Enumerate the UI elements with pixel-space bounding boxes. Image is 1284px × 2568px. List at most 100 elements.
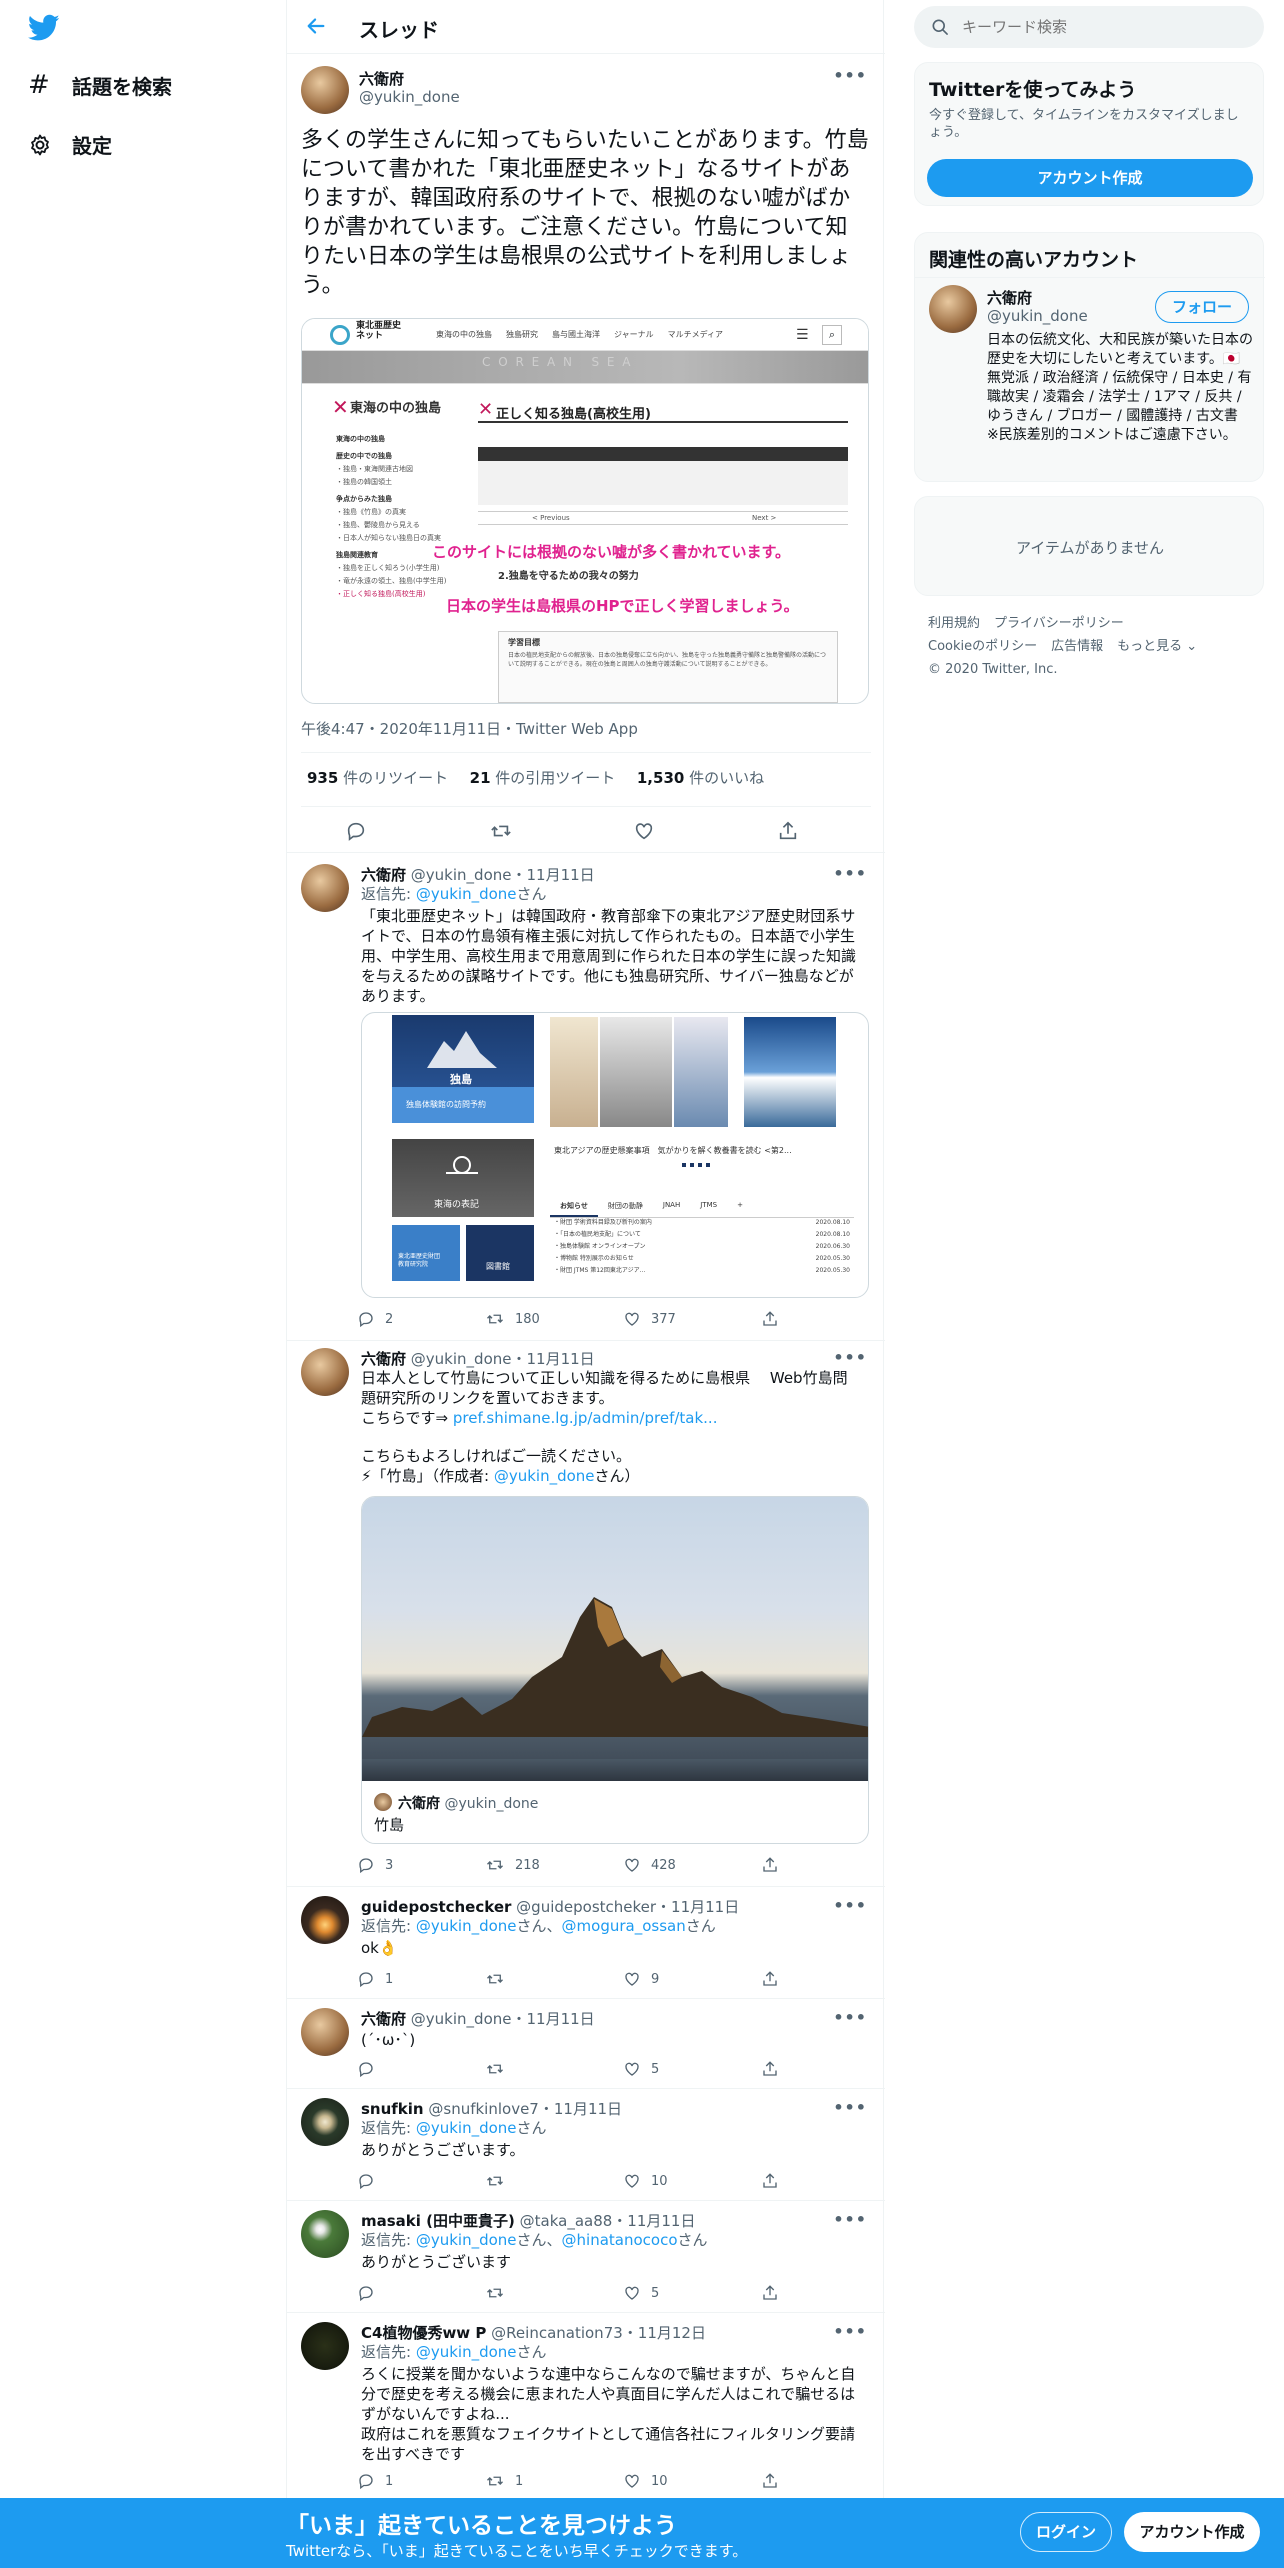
mention-link-2[interactable]: @mogura_ossan xyxy=(562,1917,686,1935)
avatar[interactable] xyxy=(301,864,349,912)
avatar[interactable] xyxy=(301,2008,349,2056)
search-box[interactable] xyxy=(914,6,1264,48)
avatar[interactable] xyxy=(301,2098,349,2146)
more-options-icon[interactable]: ••• xyxy=(833,66,867,85)
nav-explore[interactable]: # 話題を検索 xyxy=(28,70,172,100)
login-button[interactable]: ログイン xyxy=(1020,2512,1112,2552)
footer-link[interactable]: プライバシーポリシー xyxy=(994,612,1124,635)
author-name[interactable]: masaki (田中亜貴子) xyxy=(361,2212,515,2230)
author-handle[interactable]: @yukin_done・11月11日 xyxy=(411,2010,595,2028)
reply-icon[interactable] xyxy=(357,2472,375,2490)
mention-link[interactable]: @yukin_done xyxy=(416,1917,517,1935)
likes-count[interactable]: 1,530 xyxy=(637,769,684,787)
author-name[interactable]: 六衛府 xyxy=(361,2010,406,2028)
like-icon[interactable] xyxy=(623,2284,641,2302)
author-handle[interactable]: @yukin_done・11月11日 xyxy=(411,866,595,884)
reply-icon[interactable] xyxy=(357,2172,375,2190)
footer-link[interactable]: 利用規約 xyxy=(928,612,980,635)
twitter-logo-icon[interactable] xyxy=(28,14,60,42)
like-icon[interactable] xyxy=(623,1856,641,1874)
avatar[interactable] xyxy=(301,1896,349,1944)
reply-icon[interactable] xyxy=(357,2284,375,2302)
more-options-icon[interactable]: ••• xyxy=(833,1348,867,1367)
reply-icon[interactable] xyxy=(357,2060,375,2078)
quotes-label[interactable]: 件の引用ツイート xyxy=(491,769,615,787)
signup-button[interactable]: アカウント作成 xyxy=(927,159,1253,197)
moment-card[interactable]: 六衛府 @yukin_done 竹島 xyxy=(361,1496,869,1844)
search-input[interactable] xyxy=(962,14,1242,40)
tweet-image[interactable]: 東北亜歴史 ネット 東海の中の独島 独島研究 島与國土海洋 ジャーナル マルチメディア … xyxy=(301,318,869,704)
retweet-icon[interactable] xyxy=(485,2172,505,2190)
back-arrow-icon[interactable] xyxy=(305,15,327,37)
share-icon[interactable] xyxy=(761,2284,779,2302)
retweet-icon[interactable] xyxy=(485,1856,505,1874)
nav-settings[interactable]: 設定 xyxy=(28,130,112,159)
likes-label[interactable]: 件のいいね xyxy=(684,769,764,787)
avatar[interactable] xyxy=(301,2210,349,2258)
author-name[interactable]: 六衛府 xyxy=(359,68,404,89)
mention-link[interactable]: @yukin_done xyxy=(416,2119,517,2137)
more-options-icon[interactable]: ••• xyxy=(833,2008,867,2027)
external-link[interactable]: pref.shimane.lg.jp/admin/pref/tak... xyxy=(453,1409,718,1427)
author-name[interactable]: 六衛府 xyxy=(361,1350,406,1368)
mention-link[interactable]: @yukin_done xyxy=(416,885,517,903)
retweet-icon[interactable] xyxy=(485,1310,505,1328)
author-handle[interactable]: @Reincanation73・11月12日 xyxy=(491,2324,706,2342)
author-handle[interactable]: @guidepostcheker・11月11日 xyxy=(516,1898,739,1916)
retweet-icon[interactable] xyxy=(485,2472,505,2490)
like-icon[interactable] xyxy=(623,2060,641,2078)
reply-icon[interactable] xyxy=(357,1856,375,1874)
footer-link[interactable]: 広告情報 xyxy=(1051,635,1103,658)
avatar[interactable] xyxy=(301,66,349,114)
reply-icon[interactable] xyxy=(345,820,367,842)
retweet-icon[interactable] xyxy=(489,820,513,842)
tweet-image[interactable]: 独島 独島体験館の訪問予約 東海の表記 東北亜歴史財団 教育研究院 図書館 東北… xyxy=(361,1012,869,1298)
like-icon[interactable] xyxy=(623,2172,641,2190)
avatar[interactable] xyxy=(929,285,977,333)
mention-link[interactable]: @yukin_done xyxy=(416,2231,517,2249)
more-options-icon[interactable]: ••• xyxy=(833,864,867,883)
like-icon[interactable] xyxy=(633,820,655,842)
retweet-icon[interactable] xyxy=(485,2060,505,2078)
mention-link[interactable]: @yukin_done xyxy=(416,2343,517,2361)
like-icon[interactable] xyxy=(623,1310,641,1328)
retweet-icon[interactable] xyxy=(485,2284,505,2302)
more-options-icon[interactable]: ••• xyxy=(833,2210,867,2229)
quotes-count[interactable]: 21 xyxy=(470,769,491,787)
reply-icon[interactable] xyxy=(357,1310,375,1328)
mention-link[interactable]: @yukin_done xyxy=(494,1467,595,1485)
footer-link[interactable]: © 2020 Twitter, Inc. xyxy=(928,658,1058,681)
share-icon[interactable] xyxy=(777,820,799,842)
share-icon[interactable] xyxy=(761,2472,779,2490)
author-handle[interactable]: @taka_aa88・11月11日 xyxy=(520,2212,696,2230)
mention-link-2[interactable]: @hinatanococo xyxy=(562,2231,678,2249)
like-icon[interactable] xyxy=(623,2472,641,2490)
author-name[interactable]: 六衛府 xyxy=(361,866,406,884)
author-handle[interactable]: @snufkinlove7・11月11日 xyxy=(428,2100,622,2118)
author-name[interactable]: guidepostchecker xyxy=(361,1898,511,1916)
more-options-icon[interactable]: ••• xyxy=(833,1896,867,1915)
related-handle[interactable]: @yukin_done xyxy=(987,307,1088,325)
footer-link[interactable]: もっと見る ⌄ xyxy=(1117,635,1197,658)
reply-icon[interactable] xyxy=(357,1970,375,1988)
share-icon[interactable] xyxy=(761,2060,779,2078)
share-icon[interactable] xyxy=(761,1970,779,1988)
share-icon[interactable] xyxy=(761,2172,779,2190)
more-options-icon[interactable]: ••• xyxy=(833,2322,867,2341)
share-icon[interactable] xyxy=(761,1856,779,1874)
footer-link[interactable]: Cookieのポリシー xyxy=(928,635,1037,658)
author-handle[interactable]: @yukin_done xyxy=(359,88,460,106)
tweet-meta[interactable]: 午後4:47・2020年11月11日・Twitter Web App xyxy=(301,718,638,739)
follow-button[interactable]: フォロー xyxy=(1155,291,1249,323)
author-name[interactable]: snufkin xyxy=(361,2100,424,2118)
author-name[interactable]: C4植物優秀ww P xyxy=(361,2324,486,2342)
avatar[interactable] xyxy=(301,2322,349,2370)
retweet-icon[interactable] xyxy=(485,1970,505,1988)
avatar[interactable] xyxy=(301,1348,349,1396)
retweets-label[interactable]: 件のリツイート xyxy=(338,769,448,787)
more-options-icon[interactable]: ••• xyxy=(833,2098,867,2117)
signup-button[interactable]: アカウント作成 xyxy=(1124,2512,1260,2552)
retweets-count[interactable]: 935 xyxy=(307,769,338,787)
share-icon[interactable] xyxy=(761,1310,779,1328)
related-name[interactable]: 六衛府 xyxy=(987,287,1032,308)
